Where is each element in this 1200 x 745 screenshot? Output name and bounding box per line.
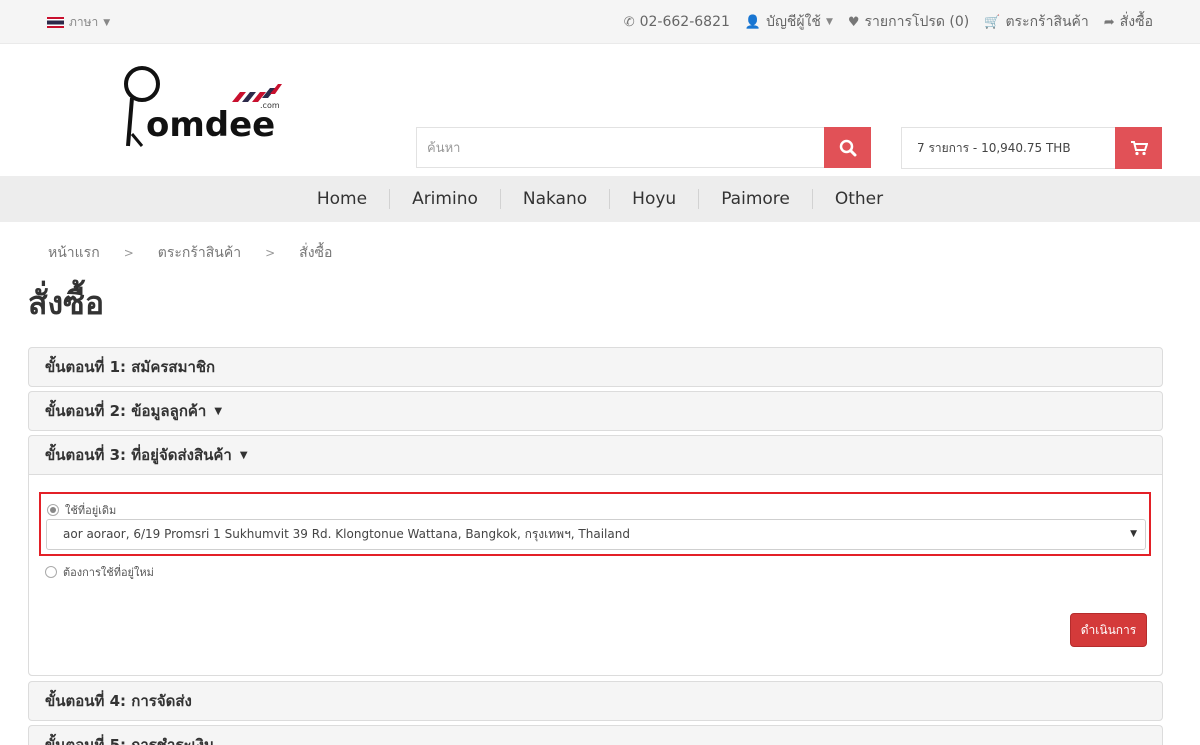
step-2-panel: ขั้นตอนที่ 2: ข้อมูลลูกค้า ▼ <box>28 391 1163 431</box>
top-bar: ภาษา ▼ ✆ 02-662-6821 👤 บัญชีผู้ใช้ ▼ ♥ ร… <box>0 0 1200 44</box>
nav-item-other[interactable]: Other <box>811 189 905 209</box>
address-select-value: aor aoraor, 6/19 Promsri 1 Sukhumvit 39 … <box>63 527 630 541</box>
checkout-link[interactable]: ➦ สั่งซื้อ <box>1104 11 1153 33</box>
svg-text:.com: .com <box>260 101 280 110</box>
language-selector[interactable]: ภาษา ▼ <box>47 13 110 32</box>
phone-icon: ✆ <box>623 14 635 30</box>
cart-label: ตระกร้าสินค้า <box>1005 14 1089 30</box>
language-label: ภาษา <box>69 15 99 29</box>
step-5-header[interactable]: ขั้นตอนที่ 5: การชำระเงิน <box>29 726 1162 745</box>
breadcrumb: หน้าแรก > ตระกร้าสินค้า > สั่งซื้อ <box>48 242 332 264</box>
cart-button[interactable] <box>1115 127 1162 169</box>
breadcrumb-home[interactable]: หน้าแรก <box>48 242 100 264</box>
search-bar: ค้นหา <box>416 127 871 168</box>
page-title: สั่งซื้อ <box>28 284 105 322</box>
phone-link[interactable]: ✆ 02-662-6821 <box>624 11 730 33</box>
continue-button[interactable]: ดำเนินการ <box>1070 613 1147 647</box>
cart-link[interactable]: 🛒 ตระกร้าสินค้า <box>984 11 1089 33</box>
share-arrow-icon: ➦ <box>1103 14 1115 30</box>
step-2-header[interactable]: ขั้นตอนที่ 2: ข้อมูลลูกค้า ▼ <box>29 392 1162 430</box>
account-label: บัญชีผู้ใช้ <box>766 14 821 30</box>
checkout-label: สั่งซื้อ <box>1119 14 1153 30</box>
caret-down-icon: ▼ <box>214 405 223 417</box>
phone-number: 02-662-6821 <box>639 14 730 30</box>
nav-item-nakano[interactable]: Nakano <box>499 189 609 209</box>
search-input[interactable]: ค้นหา <box>416 127 824 168</box>
cart-summary-text: 7 รายการ - 10,940.75 THB <box>901 127 1115 169</box>
thai-flag-icon <box>47 17 64 28</box>
highlight-box: ใช้ที่อยู่เดิม aor aoraor, 6/19 Promsri … <box>39 492 1151 556</box>
step-4-header[interactable]: ขั้นตอนที่ 4: การจัดส่ง <box>29 682 1162 720</box>
step-3-body: ใช้ที่อยู่เดิม aor aoraor, 6/19 Promsri … <box>29 474 1162 675</box>
step-5-title: ขั้นตอนที่ 5: การชำระเงิน <box>45 736 215 745</box>
address-select[interactable]: aor aoraor, 6/19 Promsri 1 Sukhumvit 39 … <box>46 519 1146 550</box>
breadcrumb-cart[interactable]: ตระกร้าสินค้า <box>158 242 241 264</box>
main-nav: Home Arimino Nakano Hoyu Paimore Other <box>0 176 1200 222</box>
step-4-panel: ขั้นตอนที่ 4: การจัดส่ง <box>28 681 1163 721</box>
chevron-right-icon: > <box>123 246 134 260</box>
step-1-panel: ขั้นตอนที่ 1: สมัครสมาชิก <box>28 347 1163 387</box>
nav-item-arimino[interactable]: Arimino <box>389 189 500 209</box>
search-button[interactable] <box>824 127 871 168</box>
account-menu[interactable]: 👤 บัญชีผู้ใช้ ▼ <box>745 11 833 33</box>
nav-item-hoyu[interactable]: Hoyu <box>609 189 698 209</box>
pomdee-logo-icon: omdee .com <box>124 66 282 147</box>
nav-item-home[interactable]: Home <box>295 189 389 209</box>
breadcrumb-checkout[interactable]: สั่งซื้อ <box>299 242 332 264</box>
cart-icon: 🛒 <box>984 14 1001 30</box>
cart-icon <box>1130 141 1148 156</box>
step-3-title: ขั้นตอนที่ 3: ที่อยู่จัดส่งสินค้า <box>45 446 232 464</box>
chevron-down-icon: ▼ <box>1130 529 1137 539</box>
existing-address-label: ใช้ที่อยู่เดิม <box>65 504 117 517</box>
svg-text:omdee: omdee <box>146 105 275 145</box>
step-1-header[interactable]: ขั้นตอนที่ 1: สมัครสมาชิก <box>29 348 1162 386</box>
nav-item-paimore[interactable]: Paimore <box>698 189 812 209</box>
chevron-right-icon: > <box>265 246 276 260</box>
new-address-option[interactable]: ต้องการใช้ที่อยู่ใหม่ <box>45 563 154 581</box>
new-address-label: ต้องการใช้ที่อยู่ใหม่ <box>63 566 154 579</box>
step-3-panel: ขั้นตอนที่ 3: ที่อยู่จัดส่งสินค้า ▼ ใช้ท… <box>28 435 1163 676</box>
existing-address-option[interactable]: ใช้ที่อยู่เดิม <box>47 501 116 519</box>
step-4-title: ขั้นตอนที่ 4: การจัดส่ง <box>45 692 192 710</box>
caret-down-icon: ▼ <box>239 449 248 461</box>
existing-address-radio[interactable] <box>47 504 59 516</box>
step-1-title: ขั้นตอนที่ 1: สมัครสมาชิก <box>45 358 216 376</box>
heart-icon: ♥ <box>847 14 860 30</box>
chevron-down-icon: ▼ <box>103 17 111 28</box>
wishlist-label: รายการโปรด (0) <box>864 14 970 30</box>
site-header: omdee .com ค้นหา 7 รายการ - 10,940.75 TH… <box>0 44 1200 176</box>
step-3-header[interactable]: ขั้นตอนที่ 3: ที่อยู่จัดส่งสินค้า ▼ <box>29 436 1162 474</box>
user-icon: 👤 <box>744 14 762 30</box>
search-icon <box>839 139 856 156</box>
step-2-title: ขั้นตอนที่ 2: ข้อมูลลูกค้า <box>45 402 207 420</box>
chevron-down-icon: ▼ <box>825 17 833 27</box>
cart-summary[interactable]: 7 รายการ - 10,940.75 THB <box>901 127 1162 169</box>
step-5-panel: ขั้นตอนที่ 5: การชำระเงิน <box>28 725 1163 745</box>
site-logo[interactable]: omdee .com <box>120 64 290 154</box>
wishlist-link[interactable]: ♥ รายการโปรด (0) <box>848 11 969 33</box>
new-address-radio[interactable] <box>45 566 57 578</box>
